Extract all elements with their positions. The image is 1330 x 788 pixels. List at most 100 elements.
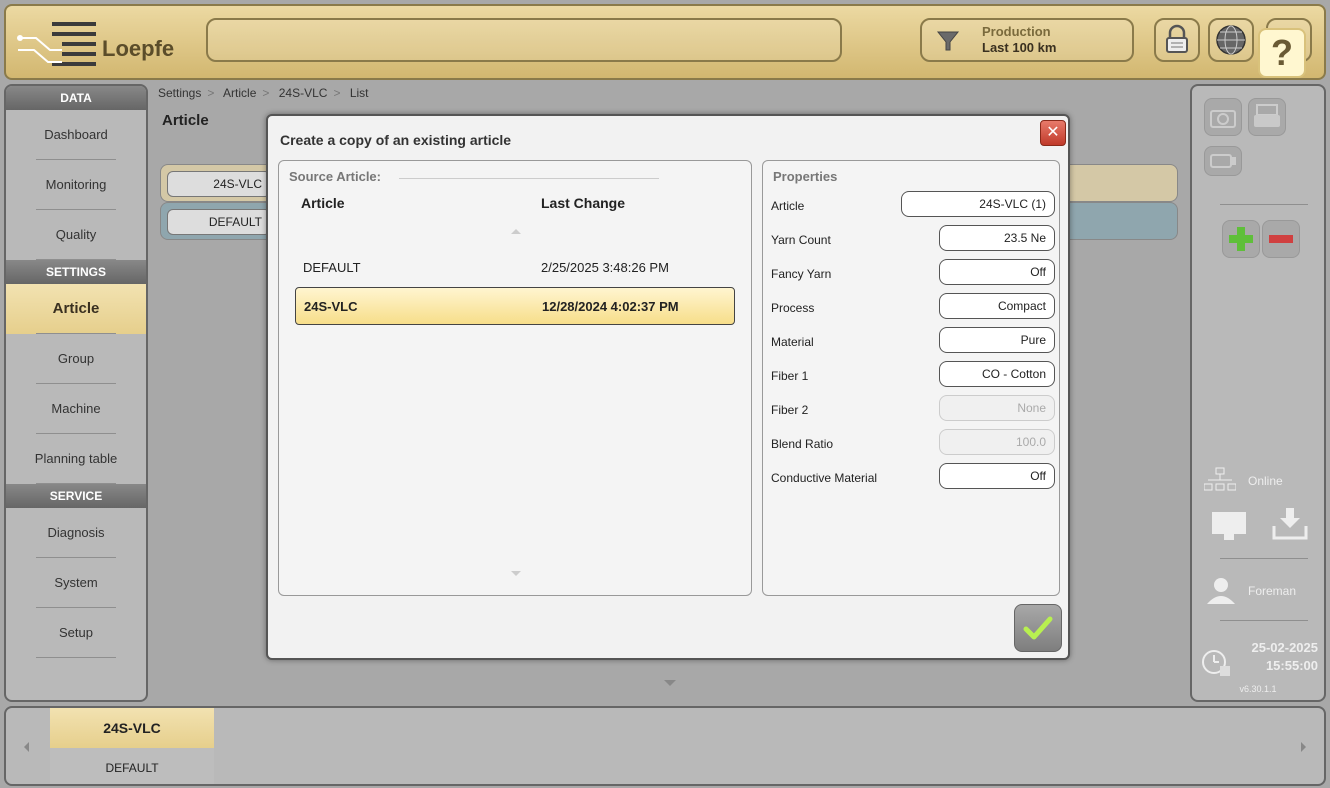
brand-name: Loepfe xyxy=(102,36,175,61)
language-button[interactable] xyxy=(1208,18,1254,62)
row-article: DEFAULT xyxy=(303,260,361,275)
sidebar-item-system[interactable]: System xyxy=(6,558,146,608)
scroll-down-icon[interactable] xyxy=(664,680,676,686)
yarn-count-field[interactable]: 23.5 Ne xyxy=(939,225,1055,251)
article-name-field[interactable]: 24S-VLC (1) xyxy=(901,191,1055,217)
property-fiber-1: Fiber 1 CO - Cotton xyxy=(771,361,1055,389)
search-input[interactable] xyxy=(206,18,842,62)
scroll-up-icon[interactable] xyxy=(511,229,521,234)
date-label: 25-02-2025 xyxy=(1251,640,1319,655)
row-article: 24S-VLC xyxy=(304,299,358,314)
camera-icon xyxy=(1210,110,1236,128)
sidebar-item-machine[interactable]: Machine xyxy=(6,384,146,434)
property-label: Process xyxy=(771,301,815,315)
conductive-material-field[interactable]: Off xyxy=(939,463,1055,489)
table-row[interactable]: DEFAULT 2/25/2025 3:48:26 PM xyxy=(295,249,735,287)
add-button[interactable] xyxy=(1222,220,1260,258)
property-label: Yarn Count xyxy=(771,233,831,247)
article-tab-24s-vlc[interactable]: 24S-VLC xyxy=(50,708,214,748)
printer-icon xyxy=(1254,104,1280,127)
scroll-down-icon[interactable] xyxy=(511,571,521,576)
breadcrumb-item[interactable]: 24S-VLC xyxy=(279,86,328,100)
breadcrumb-item: List xyxy=(349,86,369,100)
sidebar-item-group[interactable]: Group xyxy=(6,334,146,384)
ok-button[interactable] xyxy=(1014,604,1062,652)
screenshot-button[interactable] xyxy=(1204,98,1242,136)
copy-article-dialog: Create a copy of an existing article ✕ S… xyxy=(266,114,1070,660)
lock-button[interactable] xyxy=(1154,18,1200,62)
fancy-yarn-field[interactable]: Off xyxy=(939,259,1055,285)
property-label: Fancy Yarn xyxy=(771,267,832,281)
scroll-right-icon[interactable] xyxy=(1301,742,1306,752)
loepfe-logo: Loepfe xyxy=(16,16,196,72)
property-label: Fiber 2 xyxy=(771,403,809,417)
print-button[interactable] xyxy=(1248,98,1286,136)
property-label: Material xyxy=(771,335,814,349)
remove-button[interactable] xyxy=(1262,220,1300,258)
sidebar-item-article[interactable]: Article xyxy=(6,284,146,334)
chevron-right-icon: > xyxy=(207,86,215,100)
properties-panel: Properties Article 24S-VLC (1) Yarn Coun… xyxy=(762,160,1060,596)
row-last-change: 2/25/2025 3:48:26 PM xyxy=(541,260,669,275)
process-field[interactable]: Compact xyxy=(939,293,1055,319)
minus-icon xyxy=(1269,235,1293,243)
monitor-icon[interactable] xyxy=(1210,508,1250,546)
filter-label: Production xyxy=(982,24,1051,39)
bottom-bar: 24S-VLC DEFAULT xyxy=(4,706,1326,786)
nav-header-settings: SETTINGS xyxy=(6,260,146,284)
sidebar-item-monitoring[interactable]: Monitoring xyxy=(6,160,146,210)
checkmark-icon xyxy=(1023,616,1053,640)
filter-value: Last 100 km xyxy=(982,40,1057,55)
column-header-last-change[interactable]: Last Change xyxy=(541,195,625,211)
property-blend-ratio: Blend Ratio 100.0 xyxy=(771,429,1055,457)
fiber-1-field[interactable]: CO - Cotton xyxy=(939,361,1055,387)
sidebar-item-setup[interactable]: Setup xyxy=(6,608,146,658)
user-status[interactable]: Foreman xyxy=(1204,576,1314,606)
close-button[interactable]: ✕ xyxy=(1040,120,1066,146)
sidebar-item-diagnosis[interactable]: Diagnosis xyxy=(6,508,146,558)
usb-icon xyxy=(1210,154,1236,168)
source-legend: Source Article: xyxy=(289,169,381,184)
usb-button[interactable] xyxy=(1204,146,1242,176)
sidebar-item-quality[interactable]: Quality xyxy=(6,210,146,260)
breadcrumb-item[interactable]: Article xyxy=(223,86,256,100)
properties-legend: Properties xyxy=(773,169,838,184)
source-article-panel: Source Article: Article Last Change DEFA… xyxy=(278,160,752,596)
sidebar-item-planning-table[interactable]: Planning table xyxy=(6,434,146,484)
row-last-change: 12/28/2024 4:02:37 PM xyxy=(542,299,679,314)
chevron-right-icon: > xyxy=(333,86,341,100)
nav-header-data: DATA xyxy=(6,86,146,110)
table-row-selected[interactable]: 24S-VLC 12/28/2024 4:02:37 PM xyxy=(295,287,735,325)
help-button[interactable]: ? xyxy=(1258,28,1306,78)
property-fiber-2: Fiber 2 None xyxy=(771,395,1055,423)
divider xyxy=(1220,620,1308,621)
column-header-article[interactable]: Article xyxy=(301,195,345,211)
breadcrumb: Settings > Article > 24S-VLC > List xyxy=(158,86,369,100)
article-tab-default[interactable]: DEFAULT xyxy=(50,748,214,784)
network-icon xyxy=(1203,467,1237,491)
dialog-title: Create a copy of an existing article xyxy=(280,132,512,148)
online-label: Online xyxy=(1248,474,1283,488)
download-icon[interactable] xyxy=(1270,504,1310,544)
sidebar: DATA Dashboard Monitoring Quality SETTIN… xyxy=(4,84,148,702)
globe-icon xyxy=(1216,25,1246,55)
blend-ratio-field: 100.0 xyxy=(939,429,1055,455)
right-panel: Online Foreman 25-02-2025 15:55:00 v6.30… xyxy=(1190,84,1326,702)
scroll-left-icon[interactable] xyxy=(24,742,29,752)
list-item-label: 24S-VLC xyxy=(167,171,271,197)
nav-header-service: SERVICE xyxy=(6,484,146,508)
version-label: v6.30.1.1 xyxy=(1239,684,1277,694)
connection-status: Online xyxy=(1203,466,1314,496)
material-field[interactable]: Pure xyxy=(939,327,1055,353)
property-label: Blend Ratio xyxy=(771,437,834,451)
filter-icon xyxy=(936,31,960,51)
property-material: Material Pure xyxy=(771,327,1055,355)
property-yarn-count: Yarn Count 23.5 Ne xyxy=(771,225,1055,253)
user-label: Foreman xyxy=(1248,584,1297,598)
sidebar-item-dashboard[interactable]: Dashboard xyxy=(6,110,146,160)
property-label: Conductive Material xyxy=(771,471,878,485)
breadcrumb-item[interactable]: Settings xyxy=(158,86,201,100)
production-filter-button[interactable]: Production Last 100 km xyxy=(920,18,1134,62)
property-article: Article 24S-VLC (1) xyxy=(771,191,1055,219)
top-bar: Loepfe Production Last 100 km xyxy=(4,4,1326,80)
